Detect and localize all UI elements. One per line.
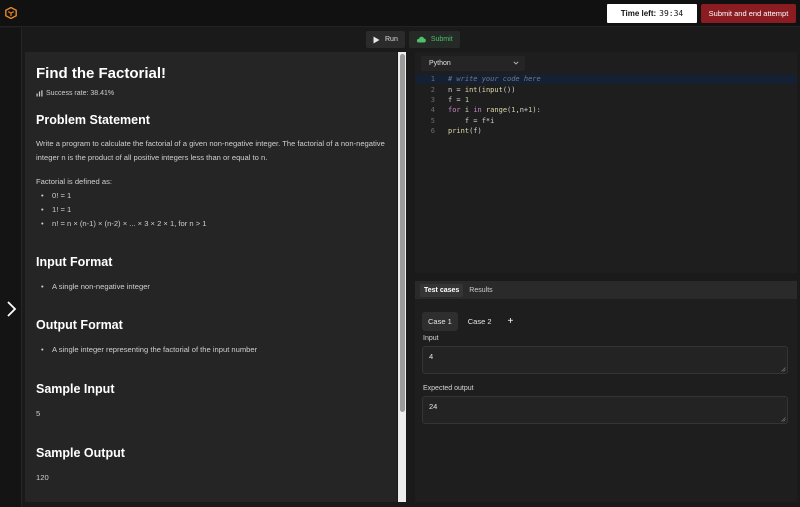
submit-label: Submit	[430, 36, 453, 43]
input-value: 4	[429, 352, 434, 361]
test-panel-tabs: Test cases Results	[415, 281, 797, 299]
play-icon	[373, 36, 380, 43]
code-text: for i in range(1,n+1):	[448, 106, 541, 115]
submit-and-end-button[interactable]: Submit and end attempt	[701, 4, 796, 23]
input-format-list: A single non-negative integer	[36, 280, 386, 294]
submit-button[interactable]: Submit	[408, 31, 460, 48]
line-number: 4	[430, 106, 435, 115]
run-toolbar: Run Submit	[366, 31, 460, 48]
logo-icon	[5, 7, 17, 19]
scrollbar-thumb[interactable]	[399, 54, 405, 412]
expected-output-field[interactable]: 24	[422, 396, 788, 424]
sample-input-value: 5	[36, 409, 41, 418]
output-format-list: A single integer representing the factor…	[36, 343, 386, 357]
list-item: 0! = 1	[36, 189, 386, 203]
code-line: 4 for i in range(1,n+1):	[415, 105, 797, 115]
time-left-display: Time left: 39:34	[607, 4, 697, 23]
code-text: print(f)	[448, 127, 482, 136]
success-rate-text: Success rate: 38.41%	[46, 90, 115, 97]
left-rail	[0, 28, 22, 507]
time-left-label: Time left:	[620, 9, 657, 18]
code-line: 2 n = int(input())	[415, 84, 797, 94]
statement-text: Write a program to calculate the factori…	[36, 139, 385, 162]
success-rate: Success rate: 38.41%	[36, 90, 386, 97]
list-item: 1! = 1	[36, 203, 386, 217]
list-item: A single integer representing the factor…	[36, 343, 386, 357]
run-label: Run	[385, 36, 398, 43]
chevron-right-icon[interactable]	[4, 299, 18, 319]
line-number: 3	[430, 95, 435, 104]
language-select[interactable]: Python	[421, 56, 525, 71]
sample-input-heading: Sample Input	[36, 382, 115, 396]
output-format-heading: Output Format	[36, 318, 123, 332]
line-number: 5	[430, 116, 435, 125]
page-title: Find the Factorial!	[36, 65, 167, 82]
time-left-value: 39:34	[659, 9, 684, 18]
case-tabs: Case 1 Case 2 +	[422, 312, 519, 331]
input-format-heading: Input Format	[36, 255, 113, 269]
definition-intro: Factorial is defined as:	[36, 177, 112, 186]
line-number: 1	[430, 75, 435, 84]
input-label: Input	[423, 335, 439, 342]
line-number: 6	[430, 127, 435, 136]
code-line: 1 # write your code here	[415, 74, 797, 85]
expected-output-value: 24	[429, 402, 438, 411]
add-case-icon[interactable]: +	[502, 316, 520, 327]
language-value: Python	[429, 60, 451, 67]
expected-output-label: Expected output	[423, 385, 474, 392]
definition-list: 0! = 1 1! = 1 n! = n × (n-1) × (n-2) × .…	[36, 189, 386, 231]
chevron-down-icon	[513, 61, 519, 65]
tab-test-cases[interactable]: Test cases	[420, 283, 464, 297]
run-button[interactable]: Run	[366, 31, 405, 48]
statement-heading: Problem Statement	[36, 113, 150, 127]
code-text: n = int(input())	[448, 85, 516, 94]
code-text: # write your code here	[448, 75, 541, 84]
top-bar: Time left: 39:34 Submit and end attempt	[0, 0, 800, 27]
tab-results[interactable]: Results	[465, 284, 496, 297]
resize-handle-icon[interactable]	[781, 417, 786, 422]
input-field[interactable]: 4	[422, 346, 788, 374]
resize-handle-icon[interactable]	[781, 367, 786, 372]
list-item: n! = n × (n-1) × (n-2) × ... × 3 × 2 × 1…	[36, 217, 386, 231]
code-editor[interactable]: Python 1 # write your code here 2 n = in…	[415, 52, 797, 273]
code-area[interactable]: 1 # write your code here 2 n = int(input…	[415, 74, 797, 136]
list-item: A single non-negative integer	[36, 280, 386, 294]
code-line: 3 f = 1	[415, 95, 797, 105]
problem-panel: Find the Factorial! Success rate: 38.41%…	[25, 52, 397, 502]
test-panel: Test cases Results Case 1 Case 2 + Input…	[415, 281, 797, 502]
code-text: f = f*i	[448, 116, 495, 125]
sample-output-heading: Sample Output	[36, 446, 125, 460]
case-tab-2[interactable]: Case 2	[462, 312, 498, 331]
line-number: 2	[430, 85, 435, 94]
bar-chart-icon	[36, 90, 43, 97]
case-tab-1[interactable]: Case 1	[422, 312, 458, 331]
problem-scrollbar[interactable]	[398, 52, 406, 502]
cloud-upload-icon	[416, 36, 426, 43]
code-text: f = 1	[448, 95, 470, 104]
code-line: 5 f = f*i	[415, 116, 797, 126]
sample-output-value: 120	[36, 473, 49, 482]
code-line: 6 print(f)	[415, 126, 797, 136]
